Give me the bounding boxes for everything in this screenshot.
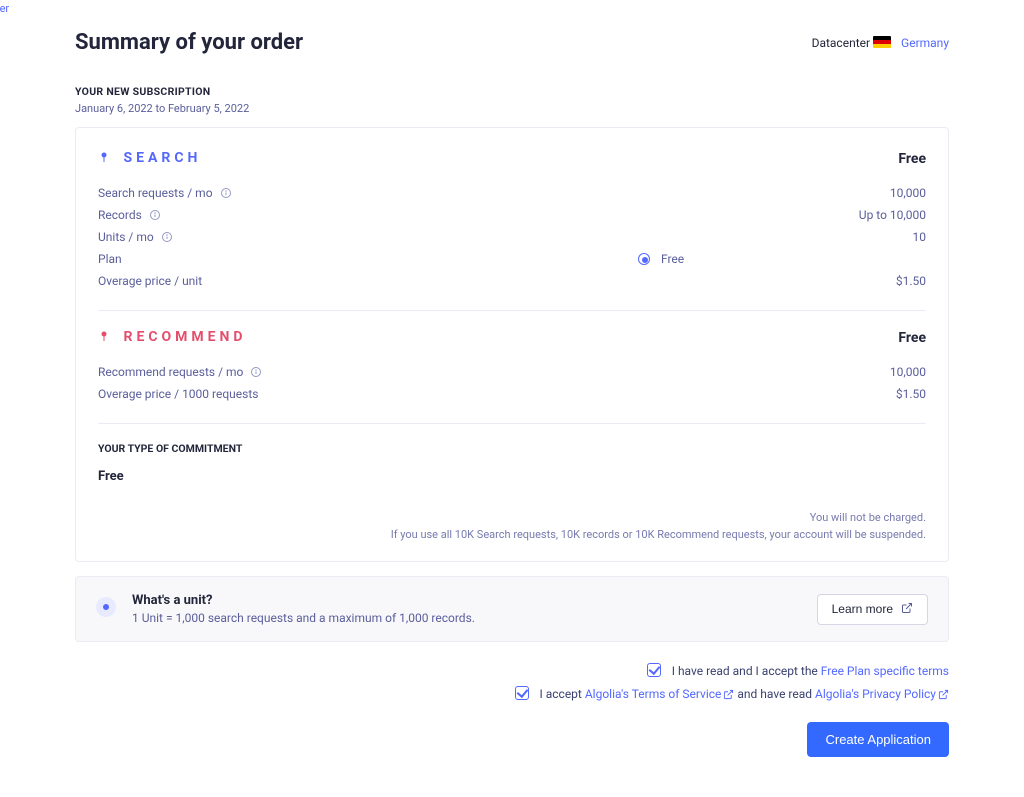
free-plan-terms-link[interactable]: Free Plan specific terms bbox=[821, 664, 949, 678]
subscription-date-range: January 6, 2022 to February 5, 2022 bbox=[75, 102, 949, 115]
check1-prefix: I have read and I accept the bbox=[672, 664, 821, 678]
plan-row: Plan Free bbox=[98, 248, 926, 270]
privacy-link[interactable]: Algolia's Privacy Policy bbox=[815, 687, 936, 701]
records-value: Up to 10,000 bbox=[859, 208, 926, 222]
recommend-overage-row: Overage price / 1000 requests $1.50 bbox=[98, 383, 926, 405]
plan-label: Plan bbox=[98, 252, 638, 266]
datacenter-country-link[interactable]: Germany bbox=[901, 36, 949, 50]
learn-more-label: Learn more bbox=[832, 602, 893, 616]
commitment-label: YOUR TYPE OF COMMITMENT bbox=[98, 442, 926, 455]
recommend-section-header: RECOMMEND Free bbox=[98, 329, 926, 347]
recommend-overage-value: $1.50 bbox=[896, 387, 926, 401]
partial-nav-text: ter bbox=[0, 2, 9, 15]
terms-section: I have read and I accept the Free Plan s… bbox=[75, 660, 949, 708]
units-label: Units / mo bbox=[98, 230, 154, 244]
search-title: SEARCH bbox=[123, 150, 201, 166]
search-overage-row: Overage price / unit $1.50 bbox=[98, 270, 926, 292]
search-requests-value: 10,000 bbox=[890, 186, 926, 200]
check2-mid: and have read bbox=[734, 687, 815, 701]
units-value: 10 bbox=[913, 230, 927, 244]
search-overage-label: Overage price / unit bbox=[98, 274, 202, 288]
divider bbox=[98, 423, 926, 424]
info-icon[interactable] bbox=[250, 366, 262, 378]
search-section-header: SEARCH Free bbox=[98, 150, 926, 168]
tos-link[interactable]: Algolia's Terms of Service bbox=[585, 687, 722, 701]
external-link-icon bbox=[901, 602, 913, 617]
datacenter-text: Datacenter bbox=[812, 36, 870, 50]
checkbox-free-terms[interactable] bbox=[647, 663, 661, 677]
header-row: Summary of your order Datacenter Germany bbox=[75, 30, 949, 55]
recommend-requests-value: 10,000 bbox=[890, 365, 926, 379]
page-title: Summary of your order bbox=[75, 30, 303, 55]
search-requests-label: Search requests / mo bbox=[98, 186, 213, 200]
check2-prefix: I accept bbox=[539, 687, 584, 701]
subscription-label: YOUR NEW SUBSCRIPTION bbox=[75, 85, 949, 98]
recommend-requests-row: Recommend requests / mo 10,000 bbox=[98, 361, 926, 383]
checkbox-tos[interactable] bbox=[515, 686, 529, 700]
pin-icon bbox=[98, 150, 110, 168]
commitment-value: Free bbox=[98, 469, 926, 484]
order-card: SEARCH Free Search requests / mo 10,000 … bbox=[75, 127, 949, 562]
bullet-icon bbox=[96, 597, 116, 617]
divider bbox=[98, 310, 926, 311]
datacenter-label: Datacenter Germany bbox=[812, 36, 949, 50]
info-icon[interactable] bbox=[220, 187, 232, 199]
unit-title: What's a unit? bbox=[132, 593, 475, 608]
info-icon[interactable] bbox=[161, 231, 173, 243]
create-application-button[interactable]: Create Application bbox=[807, 722, 949, 757]
unit-info-box: What's a unit? 1 Unit = 1,000 search req… bbox=[75, 576, 949, 642]
recommend-requests-label: Recommend requests / mo bbox=[98, 365, 243, 379]
radio-selected-icon[interactable] bbox=[638, 253, 650, 265]
cta-row: Create Application bbox=[75, 722, 949, 757]
notice-line1: You will not be charged. bbox=[98, 510, 926, 527]
unit-description: 1 Unit = 1,000 search requests and a max… bbox=[132, 611, 475, 625]
external-link-icon bbox=[938, 685, 949, 708]
recommend-price-tier: Free bbox=[898, 330, 926, 346]
learn-more-button[interactable]: Learn more bbox=[817, 594, 928, 625]
records-row: Records Up to 10,000 bbox=[98, 204, 926, 226]
germany-flag-icon bbox=[873, 36, 891, 48]
search-overage-value: $1.50 bbox=[896, 274, 926, 288]
notice-text: You will not be charged. If you use all … bbox=[98, 510, 926, 543]
pin-icon bbox=[98, 329, 110, 347]
plan-value: Free bbox=[661, 252, 684, 266]
recommend-title: RECOMMEND bbox=[123, 329, 246, 345]
search-requests-row: Search requests / mo 10,000 bbox=[98, 182, 926, 204]
notice-line2: If you use all 10K Search requests, 10K … bbox=[98, 527, 926, 544]
units-row: Units / mo 10 bbox=[98, 226, 926, 248]
search-price-tier: Free bbox=[898, 151, 926, 167]
external-link-icon bbox=[723, 685, 734, 708]
records-label: Records bbox=[98, 208, 142, 222]
recommend-overage-label: Overage price / 1000 requests bbox=[98, 387, 258, 401]
info-icon[interactable] bbox=[149, 209, 161, 221]
